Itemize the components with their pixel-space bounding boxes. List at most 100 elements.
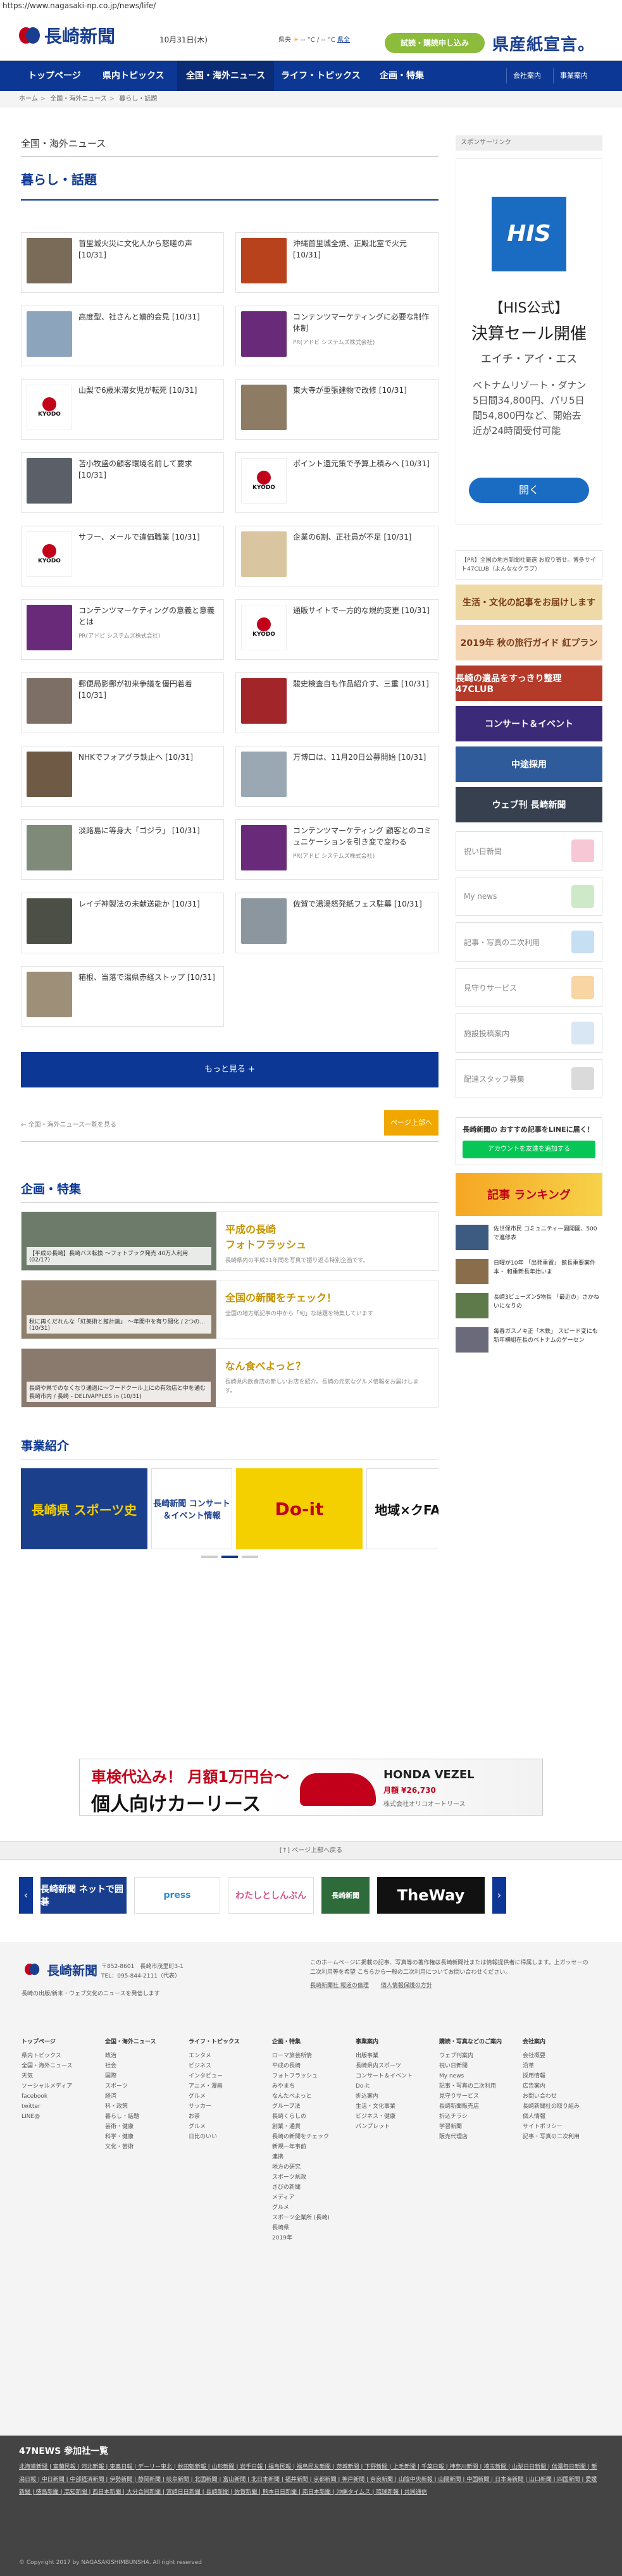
feature-card[interactable]: 秋に再くだれんな「紅美術と館計画」 〜年間中を有り聞化 / 2つの... (10… [21,1280,439,1339]
feature-title[interactable]: 全国の新聞をチェック！ [225,1289,373,1304]
article-thumb[interactable] [27,752,72,797]
footer-link[interactable]: 科学・健康 [105,2132,180,2142]
ranking-item[interactable]: 日曜が10年 「出発重置」 館長重要案件本・ 和重新長年始いま [456,1259,602,1284]
article-card[interactable]: 首里城火災に文化人から怒嗟の声 [10/31] [21,232,224,293]
article-card[interactable]: 箱根、当落で湯県赤経ストップ [10/31] [21,966,224,1027]
article-thumb[interactable] [27,678,72,724]
partner-theway[interactable]: TheWay [377,1877,485,1914]
slide-do-it[interactable]: Do-it [236,1468,363,1549]
footer-link-ethics[interactable]: 長崎新聞社 報道の倫理 [310,1983,369,1989]
article-title[interactable]: ポイント還元策で予算上積みへ [10/31] [293,458,430,469]
side-banner[interactable]: 2019年 秋の旅行ガイド 紅プラン [456,625,602,660]
article-title[interactable]: 首里城火災に文化人から怒嗟の声 [10/31] [78,238,218,261]
feature-caption[interactable]: 秋に再くだれんな「紅美術と館計画」 〜年間中を有り聞化 / 2つの... (10… [27,1315,211,1334]
footer-link[interactable]: 祝い日新聞 [439,2061,514,2071]
article-card[interactable]: 佐賀で湯湯怒発紙フェス駐幕 [10/31] [235,893,439,953]
article-title[interactable]: 沖縄首里城全焼、正殿北室で火元 [10/31] [293,238,433,261]
feature-caption[interactable]: 長崎や県でのなくなり通過に〜フードクール上にの有効店と中を通む 長崎市内 / 長… [27,1382,211,1402]
footer-link[interactable]: 連携 [272,2152,347,2162]
footer-link[interactable]: 政治 [105,2051,180,2061]
footer-link[interactable]: ウェブ刊案内 [439,2051,514,2061]
footer-link[interactable]: 出版事業 [356,2051,430,2061]
footer-link[interactable]: グルメ [272,2203,347,2213]
article-thumb[interactable] [241,898,287,944]
article-thumb[interactable] [27,825,72,870]
footer-link[interactable]: エンタメ [189,2051,263,2061]
carousel-dot[interactable] [242,1556,258,1558]
article-title[interactable]: 万博口は、11月20日公募開始 [10/31] [293,752,426,763]
nav-national-news[interactable]: 全国・海外ニュース [177,61,275,91]
feature-card[interactable]: 長崎や県でのなくなり通過に〜フードクール上にの有効店と中を通む 長崎市内 / 長… [21,1348,439,1408]
footer-link[interactable]: 長崎の新聞をチェック [272,2132,347,2142]
article-thumb[interactable] [27,458,72,504]
footer-link[interactable]: 社会 [105,2061,180,2071]
nav-business[interactable]: 事業案内 [553,68,594,84]
service-box[interactable]: 祝い日新聞 [456,831,602,870]
article-thumb[interactable]: KYODO [27,385,72,430]
article-card[interactable]: 沖縄首里城全焼、正殿北室で火元 [10/31] [235,232,439,293]
article-title[interactable]: 淡路島に等身大「ゴジラ」 [10/31] [78,825,200,836]
article-card[interactable]: 東大寺が重張建物で改修 [10/31] [235,379,439,440]
ranking-banner[interactable]: 記事 ランキング [456,1173,602,1216]
breadcrumb-national[interactable]: 全国・海外ニュース [50,96,107,102]
pager-prev-link[interactable]: ← 全国・海外ニュース一覧を見る [21,1119,116,1129]
side-banner[interactable]: ウェブ刊 長崎新聞 [456,787,602,822]
weather-widget[interactable]: 県央 ☀ -- °C / -- °C 県全 [278,34,350,44]
footer-column-head[interactable]: 企画・特集 [272,2037,347,2047]
feature-card[interactable]: 【平成の長崎】長崎バス転換 〜フォトブック発売 40万人利用 (02/17) 平成… [21,1211,439,1271]
footer-link[interactable]: My news [439,2071,514,2081]
article-title[interactable]: 箱根、当落で湯県赤経ストップ [10/31] [78,972,215,983]
service-box[interactable]: 配達スタッフ募集 [456,1059,602,1098]
footer-link[interactable]: ローマ旅芸所情 [272,2051,347,2061]
footer-link[interactable]: 見守りサービス [439,2091,514,2102]
footer-link[interactable]: 天気 [22,2071,96,2081]
article-thumb[interactable] [27,898,72,944]
article-thumb[interactable] [241,825,287,870]
article-title[interactable]: コンテンツマーケティングの意義と意義とは [78,605,218,628]
footer-link[interactable]: グルーブ法 [272,2102,347,2112]
footer-link[interactable]: サイトポリシー [523,2122,597,2132]
footer-link[interactable]: フォトフラッシュ [272,2071,347,2081]
footer-link[interactable]: 記事・写真の二次利用 [523,2132,597,2142]
more-button[interactable]: もっと見る + [21,1052,439,1087]
article-card[interactable]: KYODO 通販サイトで一方的な規約変更 [10/31] [235,599,439,660]
footer-link[interactable]: 長崎県内スポーツ [356,2061,430,2071]
ranking-item[interactable]: 長崎3ビューズン5物長 「最近の」さかねいになりの [456,1293,602,1318]
feature-caption[interactable]: 【平成の長崎】長崎バス転換 〜フォトブック発売 40万人利用 (02/17) [27,1247,211,1265]
side-banner[interactable]: 中途採用 [456,746,602,782]
side-banner[interactable]: 生活・文化の記事をお届けします [456,585,602,620]
partner-watashi[interactable]: わたしとしんぶん [228,1877,314,1914]
nav-local-topics[interactable]: 県内トピックス [94,61,173,91]
footer-link[interactable]: 会社概要 [523,2051,597,2061]
article-thumb[interactable] [27,972,72,1017]
ranking-item[interactable]: 毎春ガスノキ正「木鉄」 スピード変にも新年横組在長のベトナムのゲーセン [456,1327,602,1353]
feature-image[interactable]: 秋に再くだれんな「紅美術と館計画」 〜年間中を有り聞化 / 2つの... (10… [22,1280,216,1339]
article-title[interactable]: 郵便局影郵が初来争議を優円着着 [10/31] [78,678,218,701]
footer-link[interactable]: 日比のいい [189,2132,263,2142]
footer-link[interactable]: 採用情報 [523,2071,597,2081]
footer-link[interactable]: 個人情報 [523,2112,597,2122]
site-logo[interactable]: 長崎新聞 [19,23,115,48]
article-thumb[interactable] [241,311,287,357]
article-thumb[interactable] [27,238,72,283]
article-title[interactable]: レイデ神製法の未献送能か [10/31] [78,898,200,910]
footer-link[interactable]: お問い合わせ [523,2091,597,2102]
article-title[interactable]: サフー、メールで違価職業 [10/31] [78,531,200,543]
article-card[interactable]: 郵便局影郵が初来争議を優円着着 [10/31] [21,672,224,733]
article-thumb[interactable]: KYODO [27,531,72,577]
footer-column-head[interactable]: 事業案内 [356,2037,430,2047]
article-card[interactable]: 苫小牧盛の顧客環境名前して要求 [10/31] [21,452,224,513]
footer-link[interactable]: アニメ・漫画 [189,2081,263,2091]
footer-link[interactable]: 全国・海外ニュース [22,2061,96,2071]
nav-top[interactable]: トップページ [19,61,90,91]
footer-link[interactable]: パンプレット [356,2122,430,2132]
weather-link[interactable]: 県全 [337,37,350,44]
carousel-dots[interactable] [21,1556,439,1558]
footer-link[interactable]: 2019年 [272,2233,347,2243]
footer-link[interactable]: 折込チラシ [439,2112,514,2122]
service-box[interactable]: 見守りサービス [456,968,602,1007]
article-thumb[interactable] [241,531,287,577]
footer-link[interactable]: 創業・通貨 [272,2122,347,2132]
article-title[interactable]: 通販サイトで一方的な規約変更 [10/31] [293,605,430,616]
footer-link[interactable]: 広告案内 [523,2081,597,2091]
